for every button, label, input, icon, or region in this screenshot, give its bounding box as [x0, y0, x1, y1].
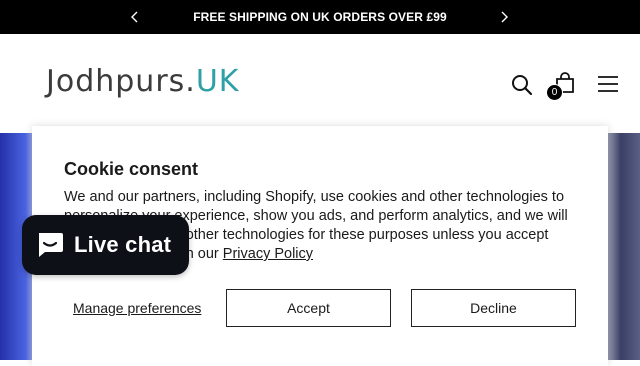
announcement-bar: FREE SHIPPING ON UK ORDERS OVER £99 [0, 0, 640, 34]
cart-count-badge: 0 [546, 84, 563, 101]
chevron-right-icon[interactable] [496, 9, 512, 25]
logo[interactable]: Jodhpurs.UK [46, 64, 239, 99]
site-header: Jodhpurs.UK 0 [0, 34, 640, 133]
announcement-text[interactable]: FREE SHIPPING ON UK ORDERS OVER £99 [193, 10, 447, 24]
menu-icon[interactable] [598, 76, 618, 97]
chevron-left-icon[interactable] [127, 9, 143, 25]
logo-accent: UK [195, 64, 240, 99]
live-chat-label: Live chat [74, 232, 172, 257]
chat-bubble-icon [35, 230, 65, 260]
search-icon[interactable] [511, 74, 533, 101]
live-chat-button[interactable]: Live chat [22, 215, 189, 275]
privacy-policy-link[interactable]: Privacy Policy [223, 246, 313, 262]
cookie-title: Cookie consent [64, 159, 199, 179]
logo-main: Jodhpurs. [46, 64, 196, 99]
manage-preferences-link[interactable]: Manage preferences [73, 300, 201, 316]
decline-button[interactable]: Decline [411, 289, 576, 327]
accept-button[interactable]: Accept [226, 289, 391, 327]
